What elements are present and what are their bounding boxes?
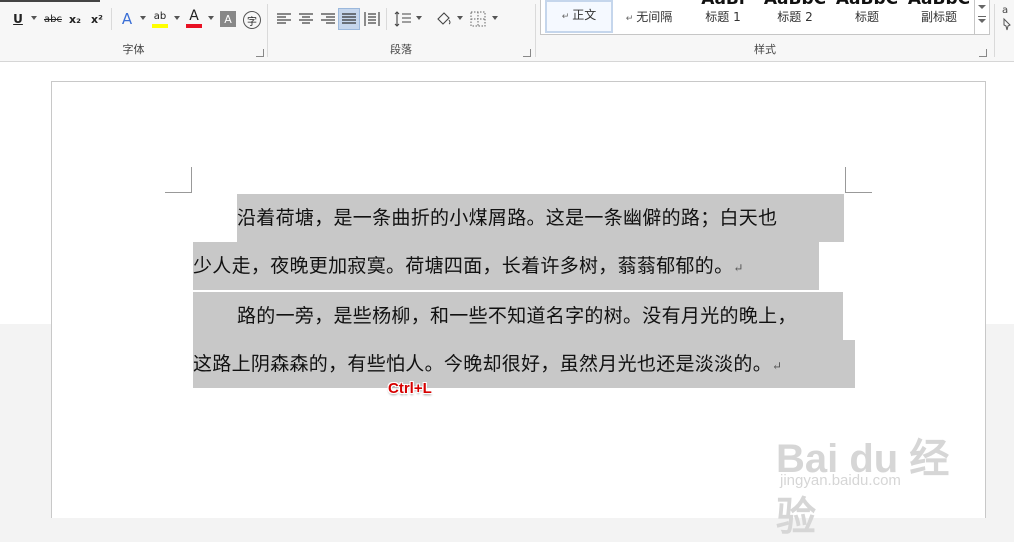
- ribbon: U abc x₂ x² A ab A A 字 字体 段落 ↵ 正文 ↵ 无间隔 …: [0, 0, 1014, 62]
- document-line-4[interactable]: 这路上阴森森的，有些怕人。今晚却很好，虽然月光也还是淡淡的。↵: [193, 340, 855, 388]
- paragraph-group-label: 段落: [390, 43, 412, 56]
- highlight-button[interactable]: ab: [150, 6, 170, 26]
- document-line-3[interactable]: 路的一旁，是些杨柳，和一些不知道名字的树。没有月光的晚上，: [193, 292, 843, 340]
- text-effects-button[interactable]: A: [118, 9, 136, 29]
- svg-text:a: a: [1002, 5, 1008, 16]
- crop-mark-top-right: [845, 167, 872, 193]
- styles-group-label: 样式: [754, 43, 776, 56]
- baidu-watermark: Bai du 经验 jingyan.baidu.com: [776, 426, 976, 539]
- document-line-2[interactable]: 少人走，夜晚更加寂寞。荷塘四面，长着许多树，蓊蓊郁郁的。↵: [193, 242, 819, 290]
- document-line-1[interactable]: 沿着荷塘，是一条曲折的小煤屑路。这是一条幽僻的路；白天也: [237, 194, 844, 242]
- paragraph-group: 段落: [268, 0, 534, 61]
- divider: [386, 8, 387, 30]
- font-dialog-launcher-icon[interactable]: [256, 49, 264, 57]
- highlight-color-bar: [152, 24, 168, 28]
- divider: [535, 4, 536, 57]
- paragraph-dialog-launcher-icon[interactable]: [523, 49, 531, 57]
- crop-mark-top-left: [165, 167, 192, 193]
- align-center-icon[interactable]: [298, 12, 314, 26]
- line-4-text: 这路上阴森森的，有些怕人。今晚却很好，虽然月光也还是淡淡的。: [193, 353, 773, 375]
- line-3-text: 路的一旁，是些杨柳，和一些不知道名字的树。没有月光的晚上，: [237, 305, 797, 327]
- underline-dropdown-icon[interactable]: [31, 16, 37, 20]
- styles-group: 样式: [540, 0, 990, 61]
- paragraph-mark-icon: ↵: [772, 359, 783, 373]
- text-effects-dropdown-icon[interactable]: [140, 16, 146, 20]
- justify-icon: [342, 13, 356, 24]
- align-right-icon[interactable]: [320, 12, 336, 26]
- styles-dialog-launcher-icon[interactable]: [979, 49, 987, 57]
- font-color-bar: [186, 24, 202, 28]
- enclose-char-button[interactable]: 字: [243, 11, 261, 29]
- align-left-icon[interactable]: [276, 12, 292, 26]
- line-1-text: 沿着荷塘，是一条曲折的小煤屑路。这是一条幽僻的路；白天也: [237, 207, 778, 229]
- borders-dropdown-icon[interactable]: [492, 16, 498, 20]
- char-shading-button[interactable]: A: [220, 11, 236, 27]
- subscript-button[interactable]: x₂: [66, 9, 84, 29]
- justify-button[interactable]: [338, 8, 360, 30]
- editing-icon[interactable]: a: [1002, 3, 1014, 31]
- font-group-label: 字体: [122, 43, 145, 56]
- line-spacing-dropdown-icon[interactable]: [416, 16, 422, 20]
- divider: [111, 8, 112, 30]
- font-group: U abc x₂ x² A ab A A 字 字体: [0, 0, 267, 61]
- distributed-align-icon[interactable]: [364, 11, 380, 27]
- shortcut-annotation: Ctrl+L: [388, 380, 432, 397]
- shading-icon[interactable]: [435, 10, 453, 28]
- line-spacing-icon[interactable]: [394, 11, 412, 27]
- divider: [994, 4, 995, 57]
- superscript-button[interactable]: x²: [88, 9, 106, 29]
- shading-dropdown-icon[interactable]: [457, 16, 463, 20]
- borders-icon[interactable]: [470, 11, 486, 27]
- strikethrough-button[interactable]: abc: [42, 9, 64, 29]
- underline-button[interactable]: U: [10, 9, 26, 29]
- watermark-url: jingyan.baidu.com: [780, 472, 901, 489]
- font-color-dropdown-icon[interactable]: [208, 16, 214, 20]
- paragraph-mark-icon: ↵: [733, 261, 744, 275]
- highlight-dropdown-icon[interactable]: [174, 16, 180, 20]
- line-2-text: 少人走，夜晚更加寂寞。荷塘四面，长着许多树，蓊蓊郁郁的。: [193, 255, 734, 277]
- font-color-button[interactable]: A: [185, 6, 203, 26]
